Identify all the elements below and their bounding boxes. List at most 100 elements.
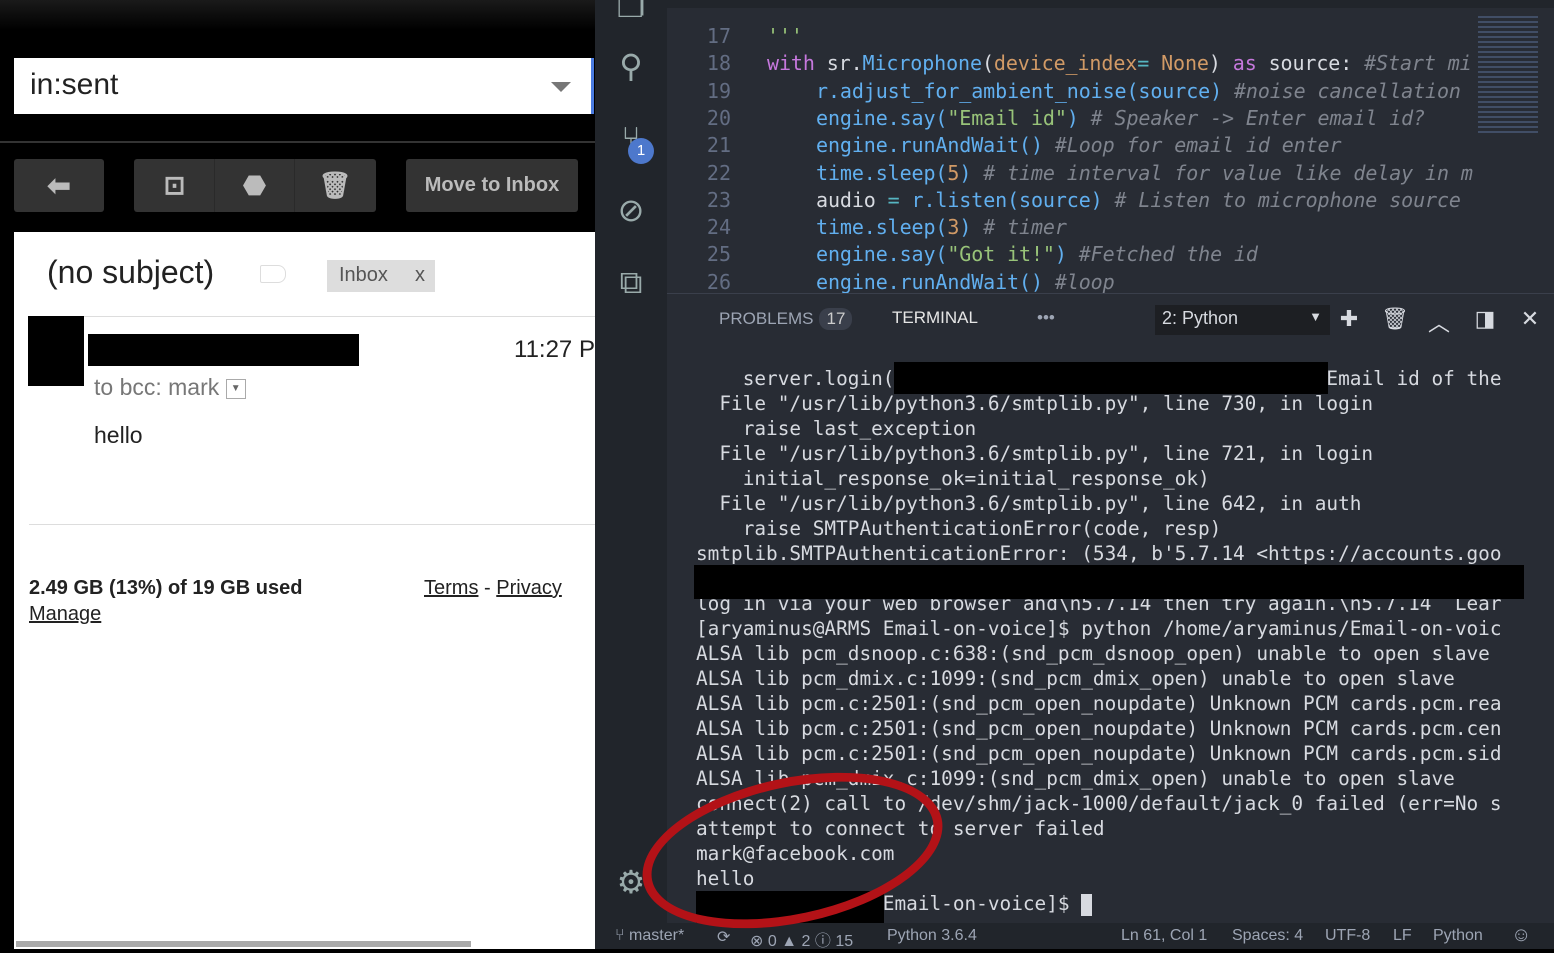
code-line: with sr.Microphone(device_index= None) a… [767,51,1472,75]
terminal-line-text: ALSA lib pcm.c:2501:(snd_pcm_open_noupda… [696,717,1502,740]
line-ending[interactable]: LF [1393,927,1412,945]
code-line: time.sleep(3) # timer [816,215,1067,239]
code-token: ( [981,51,994,76]
python-interpreter[interactable]: Python 3.6.4 [887,927,977,945]
trash-icon: 🗑 [318,170,352,200]
problems-count: 17 [819,308,853,330]
split-icon[interactable]: ◨ [1473,306,1497,332]
branch-indicator[interactable]: ⑂ master* [615,927,684,945]
language-mode[interactable]: Python [1433,927,1483,945]
code-token: None [1161,51,1209,76]
terminal-cursor [1081,893,1093,916]
footer-links: Terms - Privacy [424,577,562,600]
code-line: engine.runAndWait() #loop [816,270,1115,294]
sync-icon[interactable]: ⟳ [717,927,730,947]
code-line: time.sleep(5) # time interval for value … [816,161,1473,185]
action-group: ⊡ ⬣ 🗑 [134,159,376,212]
line-number: 24 [706,215,731,240]
message-subject: (no subject) [47,254,215,290]
extensions-icon[interactable]: ⧉ [611,262,651,302]
back-button[interactable]: ⬅ [14,159,104,212]
privacy-link[interactable]: Privacy [496,577,562,599]
label-icon[interactable] [260,265,286,283]
terminal-line: initial_response_ok=initial_response_ok) [696,466,1502,491]
code-token: source: [1256,51,1365,76]
code-token: #noise cancellation [1233,78,1461,103]
more-actions-button[interactable]: ••• [1037,308,1055,328]
chevron-up-icon[interactable]: ︿ [1427,306,1451,338]
code-line: engine.say("Got it!") #Fetched the id [816,242,1258,266]
horizontal-scrollbar[interactable] [16,941,471,947]
search-options-chevron-icon[interactable] [551,82,571,92]
code-token: ) [1208,51,1233,76]
trash-icon[interactable]: 🗑 [1381,306,1409,332]
code-token: #Loop for email id enter [1054,133,1342,158]
smiley-icon[interactable]: ☺ [1511,924,1531,947]
archive-button[interactable]: ⊡ [135,159,215,212]
encoding[interactable]: UTF-8 [1325,927,1370,945]
tab-problems[interactable]: PROBLEMS 17 [719,308,853,330]
terminal-line: ALSA lib pcm.c:2501:(snd_pcm_open_noupda… [696,716,1502,741]
avatar [28,316,84,386]
terminal-line-text: ALSA lib pcm_dmix.c:1099:(snd_pcm_dmix_o… [696,667,1455,690]
code-token: #Start mi [1364,51,1472,76]
code-token: Microphone [862,51,983,76]
code-line: engine.say("Email id") # Speaker -> Ente… [816,106,1425,130]
code-line: r.adjust_for_ambient_noise(source) #nois… [816,79,1461,103]
terminal-line-text: ALSA lib pcm.c:2501:(snd_pcm_open_noupda… [696,692,1502,715]
code-token: engine.runAndWait() [816,269,1055,294]
message-time: 11:27 P [514,336,595,363]
code-token: # Speaker -> Enter email id? [1090,105,1426,130]
terminal-line: raise last_exception [696,416,1502,441]
terminal-line-text: raise SMTPAuthenticationError(code, resp… [696,517,1222,540]
code-token: time.sleep( [816,160,948,185]
code-token: adjust_for_ambient_noise [839,78,1127,103]
search-input[interactable]: in:sent [14,58,594,114]
code-token: ) [1054,242,1079,267]
code-editor[interactable]: 17 ''' 18 with sr.Microphone(device_index= … [667,0,1554,294]
terminal-line-text: smtplib.SMTPAuthenticationError: (534, b… [696,542,1502,565]
line-number: 21 [706,133,731,158]
close-icon[interactable]: ✕ [1518,306,1542,332]
debug-icon[interactable]: ⊘ [611,190,651,230]
problems-indicator[interactable]: ⊗ 0 ▲ 2 ⓘ 15 [750,927,853,951]
code-token: = [1137,51,1162,76]
code-token: # timer [983,215,1067,240]
code-token: r.listen(source) [911,187,1115,212]
manage-link[interactable]: Manage [29,603,101,626]
indentation[interactable]: Spaces: 4 [1232,927,1303,945]
terminal-line: smtplib.SMTPAuthenticationError: (534, b… [696,541,1502,566]
code-token: r. [816,78,840,103]
code-token: = [875,187,912,212]
plus-icon[interactable]: ✚ [1337,306,1361,332]
files-icon[interactable]: ❐ [611,0,651,26]
terminal-select[interactable]: 2: Python ▼ [1155,305,1330,335]
remove-label-button[interactable]: x [415,264,425,287]
delete-button[interactable]: 🗑 [295,159,375,212]
archive-icon: ⊡ [163,170,186,200]
terminal-line-text: initial_response_ok=initial_response_ok) [696,467,1210,490]
browser-top-bar [0,0,595,30]
reply-icon: ⬅ [47,170,71,201]
redacted-text [694,565,1524,599]
report-spam-button[interactable]: ⬣ [215,159,295,212]
code-token: ) [1066,105,1091,130]
tab-terminal[interactable]: TERMINAL [892,308,978,328]
terminal-line-text: ALSA lib pcm.c:2501:(snd_pcm_open_noupda… [696,742,1502,765]
minimap[interactable] [1478,16,1538,136]
code-line: audio = r.listen(source) # Listen to mic… [816,188,1461,212]
code-token: ) [959,215,984,240]
activity-bar: ❐ ⚲ ⑂ 1 ⊘ ⧉ ⚙ [595,0,667,923]
cursor-position[interactable]: Ln 61, Col 1 [1121,927,1207,945]
code-token: ''' [767,24,803,48]
chevron-down-icon[interactable]: ▼ [225,378,246,399]
search-icon[interactable]: ⚲ [611,46,651,86]
terminal-line-text: File "/usr/lib/python3.6/smtplib.py", li… [696,492,1362,515]
move-to-inbox-button[interactable]: Move to Inbox [406,159,578,212]
code-token: device_index [993,51,1138,76]
line-number: 25 [706,242,731,267]
code-token: #Fetched the id [1078,242,1258,267]
recipients[interactable]: to bcc: mark ▼ [94,374,246,401]
terms-link[interactable]: Terms [424,577,478,599]
gmail-pane: in:sent ⬅ ⊡ ⬣ 🗑 Move to Inbox (no subjec… [0,0,595,949]
